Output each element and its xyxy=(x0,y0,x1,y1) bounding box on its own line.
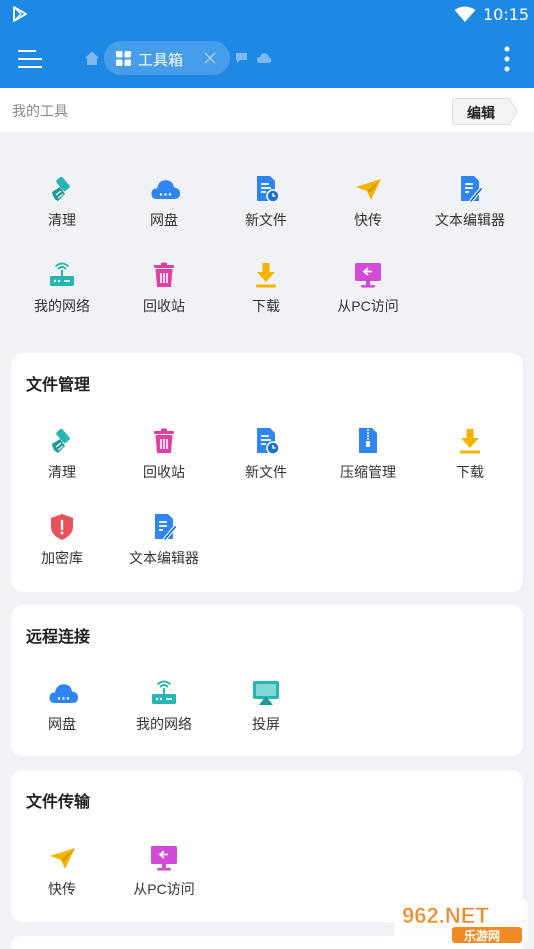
tool-label: 下载 xyxy=(456,464,484,480)
tool-label: 文本编辑器 xyxy=(435,212,505,228)
router-icon xyxy=(152,680,176,704)
tool-label: 新文件 xyxy=(245,212,287,228)
site-watermark-logo: 962.NET 乐游网 xyxy=(394,899,528,945)
tool-recycle-bin[interactable]: 回收站 xyxy=(114,261,214,331)
pc-access-icon xyxy=(355,263,381,288)
my-tools-title: 我的工具 xyxy=(12,103,68,119)
grid-icon xyxy=(116,51,131,66)
card-remote-connection: 远程连接 网盘 我的网络 投屏 xyxy=(11,605,523,756)
tool-label: 网盘 xyxy=(48,716,76,732)
tool-label: 快传 xyxy=(48,881,76,897)
menu-button[interactable] xyxy=(18,48,44,70)
new-file-icon xyxy=(257,176,280,203)
tool-clean[interactable]: 清理 xyxy=(12,427,112,497)
tool-new-file[interactable]: 新文件 xyxy=(216,175,316,245)
tool-label: 网盘 xyxy=(150,212,178,228)
play-store-icon xyxy=(13,6,27,22)
menu-line-icon xyxy=(18,66,42,68)
tool-label: 新文件 xyxy=(245,464,287,480)
tool-quick-send[interactable]: 快传 xyxy=(318,175,418,245)
tool-label: 我的网络 xyxy=(136,716,192,732)
tool-label: 投屏 xyxy=(252,716,280,732)
more-options-icon[interactable] xyxy=(502,45,512,73)
tool-text-editor[interactable]: 文本编辑器 xyxy=(114,513,214,583)
close-icon[interactable] xyxy=(204,52,216,64)
tool-new-file[interactable]: 新文件 xyxy=(216,427,316,497)
tool-zip-manager[interactable]: 压缩管理 xyxy=(318,427,418,497)
cloud-icon xyxy=(151,180,180,199)
tool-label: 从PC访问 xyxy=(133,881,195,897)
card-file-management: 文件管理 清理 回收站 新文件 压缩管理 下载 加密库 文本编辑器 xyxy=(11,353,523,592)
download-icon xyxy=(256,263,276,288)
tool-cloud-drive[interactable]: 网盘 xyxy=(12,679,112,749)
text-editor-icon xyxy=(155,514,178,541)
section-title: 文件管理 xyxy=(26,377,91,394)
tool-download[interactable]: 下载 xyxy=(420,427,520,497)
cast-screen-icon xyxy=(253,681,279,705)
tool-cast-screen[interactable]: 投屏 xyxy=(216,679,316,749)
shield-icon xyxy=(51,514,73,540)
wifi-icon xyxy=(454,6,476,22)
app-bar: 工具箱 xyxy=(0,30,534,88)
tool-label: 文本编辑器 xyxy=(129,550,199,566)
broom-icon xyxy=(52,176,70,201)
trash-icon xyxy=(154,428,174,453)
menu-line-icon xyxy=(18,50,36,52)
tool-label: 我的网络 xyxy=(34,298,90,314)
status-bar: 10:15 xyxy=(0,0,534,30)
cloud-icon xyxy=(49,684,78,703)
download-icon xyxy=(460,429,480,454)
section-title: 远程连接 xyxy=(26,629,91,646)
tool-label: 清理 xyxy=(48,212,76,228)
router-icon xyxy=(50,262,74,286)
tool-label: 回收站 xyxy=(143,464,185,480)
tool-pc-access[interactable]: 从PC访问 xyxy=(318,261,418,331)
home-icon[interactable] xyxy=(84,50,100,66)
tool-recycle-bin[interactable]: 回收站 xyxy=(114,427,214,497)
tool-my-network[interactable]: 我的网络 xyxy=(114,679,214,749)
text-editor-icon xyxy=(461,176,484,203)
trash-icon xyxy=(154,262,174,287)
tab-toolbox[interactable]: 工具箱 xyxy=(104,41,230,75)
svg-text:962.NET: 962.NET xyxy=(402,903,489,928)
tool-label: 压缩管理 xyxy=(340,464,396,480)
tool-label: 从PC访问 xyxy=(337,298,399,314)
tool-cloud-drive[interactable]: 网盘 xyxy=(114,175,214,245)
tool-pc-access[interactable]: 从PC访问 xyxy=(114,844,214,914)
tool-my-network[interactable]: 我的网络 xyxy=(12,261,112,331)
chat-icon[interactable] xyxy=(235,52,248,64)
tool-label: 快传 xyxy=(354,212,382,228)
edit-label: 编辑 xyxy=(467,105,495,121)
tool-vault[interactable]: 加密库 xyxy=(12,513,112,583)
tab-label: 工具箱 xyxy=(138,52,184,69)
edit-button[interactable]: 编辑 xyxy=(452,98,518,125)
paper-plane-icon xyxy=(356,179,381,200)
tool-download[interactable]: 下载 xyxy=(216,261,316,331)
tool-clean[interactable]: 清理 xyxy=(12,175,112,245)
section-title: 文件传输 xyxy=(26,794,91,811)
tool-label: 加密库 xyxy=(41,550,83,566)
tool-label: 下载 xyxy=(252,298,280,314)
tool-text-editor[interactable]: 文本编辑器 xyxy=(420,175,520,245)
cloud-tab-icon[interactable] xyxy=(256,52,272,64)
menu-line-icon xyxy=(18,58,42,60)
svg-text:乐游网: 乐游网 xyxy=(464,928,500,943)
pc-access-icon xyxy=(151,846,177,871)
paper-plane-icon xyxy=(50,848,75,869)
status-time: 10:15 xyxy=(483,5,530,24)
broom-icon xyxy=(52,428,70,453)
tool-quick-send[interactable]: 快传 xyxy=(12,844,112,914)
zip-icon xyxy=(359,428,377,453)
new-file-icon xyxy=(257,428,280,455)
tool-label: 回收站 xyxy=(143,298,185,314)
tool-label: 清理 xyxy=(48,464,76,480)
